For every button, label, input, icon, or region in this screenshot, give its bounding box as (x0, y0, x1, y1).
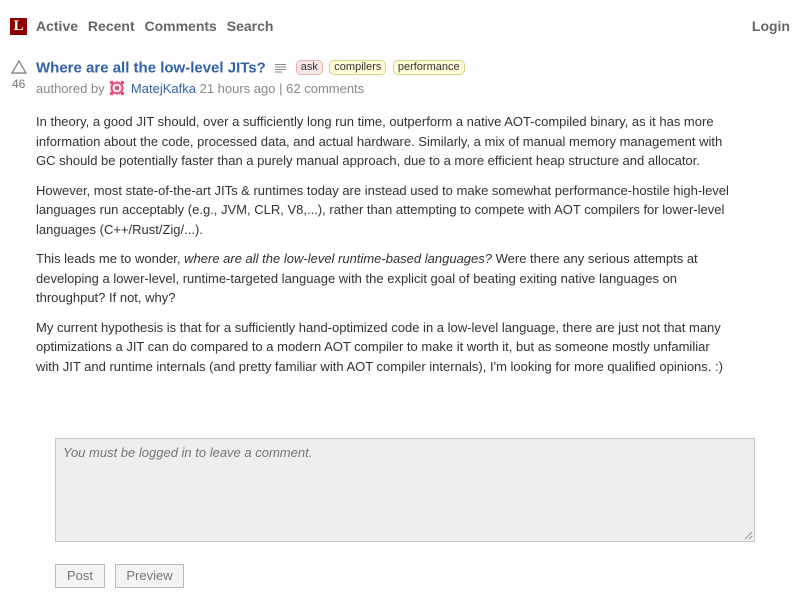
avatar[interactable] (109, 80, 126, 96)
upvote-arrow-icon[interactable] (11, 60, 27, 74)
text-lines-icon (275, 63, 287, 73)
site-header: L Active Recent Comments Search Login (0, 0, 800, 52)
story-title-line: Where are all the low-level JITs? ask co… (36, 59, 465, 77)
login-link[interactable]: Login (752, 18, 790, 35)
site-logo[interactable]: L (10, 18, 27, 35)
story-paragraph: This leads me to wonder, where are all t… (36, 249, 736, 308)
story-time: 21 hours ago (199, 81, 276, 96)
story-title[interactable]: Where are all the low-level JITs? (36, 59, 266, 76)
preview-button[interactable]: Preview (115, 564, 184, 588)
comment-textarea[interactable] (55, 438, 755, 542)
paragraph-text: This leads me to wonder, (36, 251, 185, 266)
nav-search[interactable]: Search (227, 18, 274, 34)
byline-separator: | (279, 81, 283, 96)
nav-comments[interactable]: Comments (145, 18, 217, 34)
story-score: 46 (12, 77, 26, 91)
authored-by-label: authored by (36, 81, 105, 96)
story-paragraph: In theory, a good JIT should, over a suf… (36, 114, 723, 168)
story-byline: authored by MatejKafka 21 hours ago | 62… (36, 80, 364, 96)
nav-active[interactable]: Active (36, 18, 78, 34)
author-link[interactable]: MatejKafka (131, 81, 196, 96)
tag-performance[interactable]: performance (392, 60, 465, 76)
paragraph-emphasis: where are all the low-level runtime-base… (184, 251, 492, 266)
main-nav: Active Recent Comments Search (36, 18, 279, 35)
story-paragraph: However, most state-of-the-art JITs & ru… (36, 182, 729, 237)
story-paragraph: My current hypothesis is that for a suff… (36, 319, 723, 374)
comments-count-link[interactable]: 62 comments (286, 81, 364, 96)
nav-recent[interactable]: Recent (88, 18, 135, 34)
tag-compilers[interactable]: compilers (329, 60, 387, 76)
post-button[interactable]: Post (55, 564, 105, 588)
resize-grip-icon[interactable] (743, 530, 753, 540)
tag-ask[interactable]: ask (295, 60, 323, 76)
story-text: In theory, a good JIT should, over a suf… (36, 112, 736, 386)
